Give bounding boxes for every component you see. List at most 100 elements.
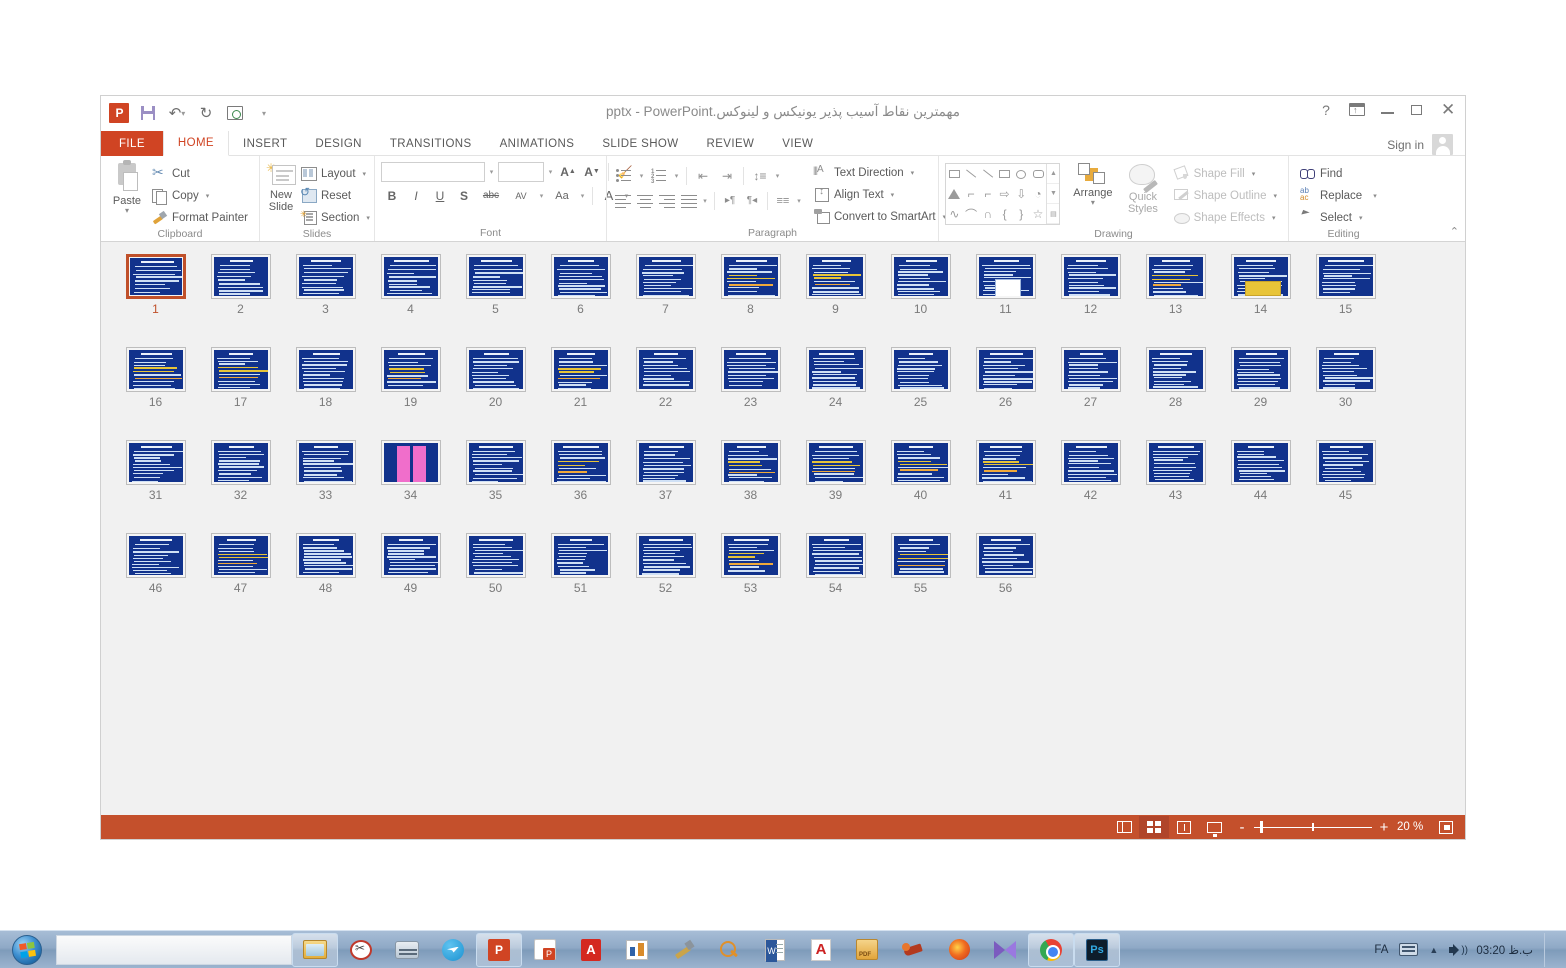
tab-slide-show[interactable]: SLIDE SHOW [588,131,692,156]
taskbar-item-firefox[interactable] [936,933,982,967]
start-button[interactable] [0,932,54,968]
slide-thumbnail-54[interactable]: 54 [793,533,878,595]
show-desktop-button[interactable] [1544,932,1556,967]
taskbar-item-photoshop[interactable]: Ps [1074,932,1120,967]
chevron-down-icon[interactable]: ▾ [891,191,895,199]
underline-button[interactable]: U [429,185,451,206]
shape-arc-icon[interactable]: ⌒ [963,204,980,224]
zoom-in-button[interactable]: + [1379,820,1389,835]
slide-thumbnail-52[interactable]: 52 [623,533,708,595]
fit-slide-to-window-button[interactable] [1433,816,1459,838]
reading-view-button[interactable] [1169,816,1199,838]
chevron-down-icon[interactable]: ▾ [487,168,496,176]
chevron-down-icon[interactable]: ▾ [363,170,367,178]
taskbar-item-adobe-reader[interactable]: A [798,933,844,967]
section-button[interactable]: ✳ Section ▾ [296,207,375,228]
bold-button[interactable]: B [381,185,403,206]
character-spacing-button[interactable]: AV [507,185,535,206]
slide-thumbnail-45[interactable]: 45 [1303,440,1388,502]
tab-animations[interactable]: ANIMATIONS [486,131,589,156]
shape-triangle-icon[interactable] [946,184,963,204]
slide-thumbnail-29[interactable]: 29 [1218,347,1303,409]
slide-thumbnail-47[interactable]: 47 [198,533,283,595]
slide-thumbnail-37[interactable]: 37 [623,440,708,502]
taskbar-item-search-tool[interactable] [706,933,752,967]
slide-thumbnail-32[interactable]: 32 [198,440,283,502]
slide-thumbnail-18[interactable]: 18 [283,347,368,409]
slide-thumbnail-20[interactable]: 20 [453,347,538,409]
chevron-down-icon[interactable]: ▾ [206,192,210,200]
normal-view-button[interactable] [1109,816,1139,838]
text-direction-button[interactable]: Text Direction ▾ [809,162,951,183]
change-case-button[interactable]: Aa [548,185,576,206]
slide-thumbnail-48[interactable]: 48 [283,533,368,595]
arrange-button[interactable]: Arrange ▾ [1066,161,1119,207]
shapes-gallery[interactable]: ⌐ ⌐ ⇨ ⇩ ◔ ∿ ⌒ ∩ { } ☆ ▲ ▼ ▤ [945,163,1061,225]
increase-font-size-button[interactable]: A ▲ [557,161,579,182]
chevron-down-icon[interactable]: ▾ [1373,192,1377,200]
zoom-slider-handle[interactable] [1260,821,1263,833]
slide-thumbnail-4[interactable]: 4 [368,254,453,316]
slide-thumbnail-21[interactable]: 21 [538,347,623,409]
decrease-indent-button[interactable]: ⇤ [692,165,714,186]
chevron-down-icon[interactable]: ▾ [795,197,803,205]
zoom-control[interactable]: - + [1237,820,1389,835]
tab-insert[interactable]: INSERT [229,131,301,156]
slide-thumbnail-5[interactable]: 5 [453,254,538,316]
slide-thumbnail-46[interactable]: 46 [113,533,198,595]
slide-thumbnail-56[interactable]: 56 [963,533,1048,595]
shape-effects-button[interactable]: Shape Effects ▾ [1169,207,1282,228]
select-button[interactable]: Select ▾ [1295,207,1382,228]
zoom-out-button[interactable]: - [1237,820,1247,835]
chevron-down-icon[interactable]: ▾ [672,172,681,180]
slide-thumbnail-31[interactable]: 31 [113,440,198,502]
collapse-ribbon-icon[interactable]: ⌃ [1450,225,1459,238]
shape-rounded-rect-icon[interactable] [1030,164,1047,184]
shape-right-arrow-icon[interactable]: ⇨ [996,184,1013,204]
slide-thumbnail-55[interactable]: 55 [878,533,963,595]
slide-thumbnail-44[interactable]: 44 [1218,440,1303,502]
avatar[interactable] [1432,134,1453,155]
slide-thumbnail-30[interactable]: 30 [1303,347,1388,409]
tab-transitions[interactable]: TRANSITIONS [376,131,486,156]
taskbar-item-powerpoint[interactable]: P [476,932,522,967]
slide-thumbnail-27[interactable]: 27 [1048,347,1133,409]
slide-thumbnail-39[interactable]: 39 [793,440,878,502]
shape-textbox-icon[interactable] [946,164,963,184]
slide-thumbnail-3[interactable]: 3 [283,254,368,316]
slide-thumbnail-15[interactable]: 15 [1303,254,1388,316]
shape-line-icon[interactable] [963,164,980,184]
taskbar-item-pdf-tool[interactable] [844,933,890,967]
slide-thumbnail-1[interactable]: 1 [113,254,198,316]
taskbar-item-word[interactable] [752,933,798,967]
slide-thumbnail-14[interactable]: 14 [1218,254,1303,316]
rtl-text-direction-button[interactable]: ¶◂ [742,190,762,211]
chevron-down-icon[interactable]: ▾ [578,192,587,200]
shape-elbow-arrow-icon[interactable]: ⌐ [979,184,996,204]
format-painter-button[interactable]: Format Painter [147,207,253,228]
slide-thumbnail-7[interactable]: 7 [623,254,708,316]
slide-thumbnail-28[interactable]: 28 [1133,347,1218,409]
taskbar-item-media-player[interactable] [982,933,1028,967]
scroll-up-icon[interactable]: ▲ [1047,164,1060,184]
slide-thumbnail-24[interactable]: 24 [793,347,878,409]
text-shadow-button[interactable]: S [453,185,475,206]
chevron-down-icon[interactable]: ▾ [1091,199,1095,207]
taskbar-item-file-explorer[interactable] [292,932,338,967]
slide-thumbnail-53[interactable]: 53 [708,533,793,595]
font-size-input[interactable] [498,161,544,182]
ltr-text-direction-button[interactable]: ▸¶ [720,190,740,211]
replace-button[interactable]: Replace ▾ [1295,185,1382,206]
layout-button[interactable]: Layout ▾ [296,163,375,184]
taskbar-item-bank-app[interactable] [384,933,430,967]
slide-thumbnail-40[interactable]: 40 [878,440,963,502]
slide-show-button[interactable] [1199,816,1229,838]
decrease-font-size-button[interactable]: A ▼ [581,161,603,182]
slide-thumbnail-26[interactable]: 26 [963,347,1048,409]
slide-thumbnail-49[interactable]: 49 [368,533,453,595]
slide-thumbnail-11[interactable]: 11 [963,254,1048,316]
chevron-down-icon[interactable]: ▾ [537,192,546,200]
slide-thumbnail-9[interactable]: 9 [793,254,878,316]
shape-arrow-icon[interactable] [979,164,996,184]
bullets-button[interactable] [613,165,635,186]
